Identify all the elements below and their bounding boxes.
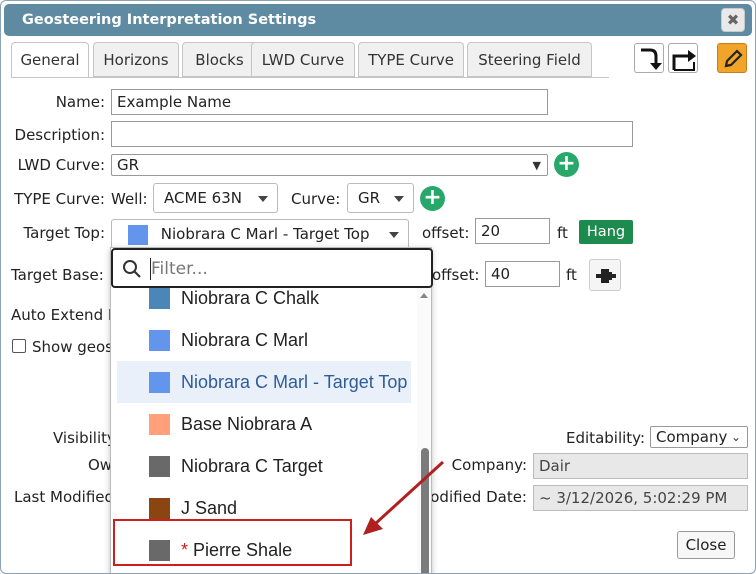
target-top-value: Niobrara C Marl - Target Top	[160, 225, 370, 243]
last-modified-label: Last Modified	[14, 488, 115, 506]
target-base-offset-input[interactable]: 40	[485, 261, 560, 287]
hang-button[interactable]: Hang	[579, 220, 633, 244]
target-top-dropdown[interactable]: Niobrara C Marl - Target Top	[111, 219, 409, 249]
well-value: ACME 63N	[164, 189, 242, 207]
curve-label: Curve:	[291, 190, 341, 208]
caret-down-icon	[394, 196, 404, 202]
close-icon[interactable]: ✖	[721, 8, 745, 32]
settings-dialog: Geosteering Interpretation Settings ✖ Ge…	[0, 0, 756, 574]
curve-value: GR	[358, 189, 381, 207]
auto-extend-label: Auto Extend H	[11, 306, 120, 324]
list-item-selected[interactable]: Niobrara C Marl - Target Top	[117, 361, 411, 403]
caret-down-icon	[258, 196, 268, 202]
target-base-offset-label: offset:	[432, 266, 480, 284]
curve-dropdown[interactable]: GR	[347, 183, 414, 213]
target-top-swatch	[128, 224, 148, 245]
filter-placeholder: Filter...	[151, 259, 208, 279]
name-input[interactable]: Example Name	[111, 89, 548, 115]
modified-date-field: ~ 3/12/2026, 5:02:29 PM	[533, 485, 748, 511]
target-base-label: Target Base:	[11, 266, 104, 284]
tab-type-curve[interactable]: TYPE Curve	[358, 42, 464, 77]
tab-general[interactable]: General	[11, 42, 89, 78]
caret-down-icon	[389, 232, 399, 238]
tab-horizons[interactable]: Horizons	[93, 42, 179, 77]
item-label: Niobrara C Chalk	[181, 288, 320, 308]
tab-blocks[interactable]: Blocks	[182, 42, 257, 77]
share-arrow-icon[interactable]	[668, 43, 698, 73]
show-geos-label: Show geos	[32, 338, 113, 356]
well-label: Well:	[111, 190, 148, 208]
item-label: Niobrara C Marl	[181, 330, 309, 350]
scroll-up-icon[interactable]	[420, 293, 428, 298]
chevron-down-icon: ▼	[532, 159, 541, 172]
add-lwd-curve-icon[interactable]: +	[554, 152, 579, 177]
tab-lwd-curve[interactable]: LWD Curve	[251, 42, 355, 77]
visibility-label: Visibility	[53, 429, 116, 447]
target-base-unit: ft	[566, 266, 577, 284]
editability-select[interactable]: Company ⌄	[650, 426, 748, 448]
item-label: Niobrara C Target	[181, 456, 323, 476]
name-label: Name:	[55, 93, 105, 111]
lwd-curve-value: GR	[117, 156, 140, 174]
color-swatch	[149, 498, 170, 519]
color-swatch	[149, 414, 170, 435]
list-item[interactable]: Niobrara C Chalk	[117, 277, 411, 319]
company-field: Dair	[533, 453, 748, 479]
lwd-curve-select[interactable]: GR ▼	[111, 154, 548, 176]
editability-label: Editability:	[566, 429, 645, 447]
highlight-box	[113, 519, 352, 566]
dialog-titlebar: Geosteering Interpretation Settings ✖	[4, 4, 752, 36]
item-label: Base Niobrara A	[181, 414, 313, 434]
color-swatch	[149, 456, 170, 477]
pin-icon[interactable]	[589, 259, 621, 291]
import-arrow-icon[interactable]	[634, 43, 664, 73]
item-label: Niobrara C Marl - Target Top	[181, 372, 408, 392]
tab-divider	[11, 77, 609, 78]
dialog-title: Geosteering Interpretation Settings	[22, 12, 317, 28]
target-top-label: Target Top:	[23, 224, 105, 242]
target-top-offset-label: offset:	[422, 224, 470, 242]
target-top-unit: ft	[557, 224, 568, 242]
search-icon	[123, 260, 141, 278]
tab-steering-field[interactable]: Steering Field	[467, 42, 592, 77]
target-top-offset-input[interactable]: 20	[475, 218, 550, 244]
color-swatch	[149, 330, 170, 351]
type-curve-label: TYPE Curve:	[14, 190, 105, 208]
annotation-arrow-icon	[363, 460, 445, 535]
owner-label: Ow	[88, 456, 113, 474]
list-item[interactable]: Base Niobrara A	[117, 403, 411, 445]
description-input[interactable]	[111, 121, 633, 147]
lwd-curve-label: LWD Curve:	[17, 156, 105, 174]
chevron-down-icon: ⌄	[730, 430, 741, 444]
well-dropdown[interactable]: ACME 63N	[153, 183, 278, 213]
color-swatch	[149, 288, 170, 309]
add-type-curve-icon[interactable]: +	[420, 186, 445, 211]
editability-value: Company	[656, 428, 728, 446]
color-swatch	[149, 372, 170, 393]
description-label: Description:	[14, 126, 105, 144]
list-item[interactable]: Niobrara C Marl	[117, 319, 411, 361]
close-button[interactable]: Close	[677, 531, 735, 559]
show-geos-checkbox[interactable]	[12, 339, 26, 353]
pencil-icon[interactable]	[717, 43, 747, 73]
